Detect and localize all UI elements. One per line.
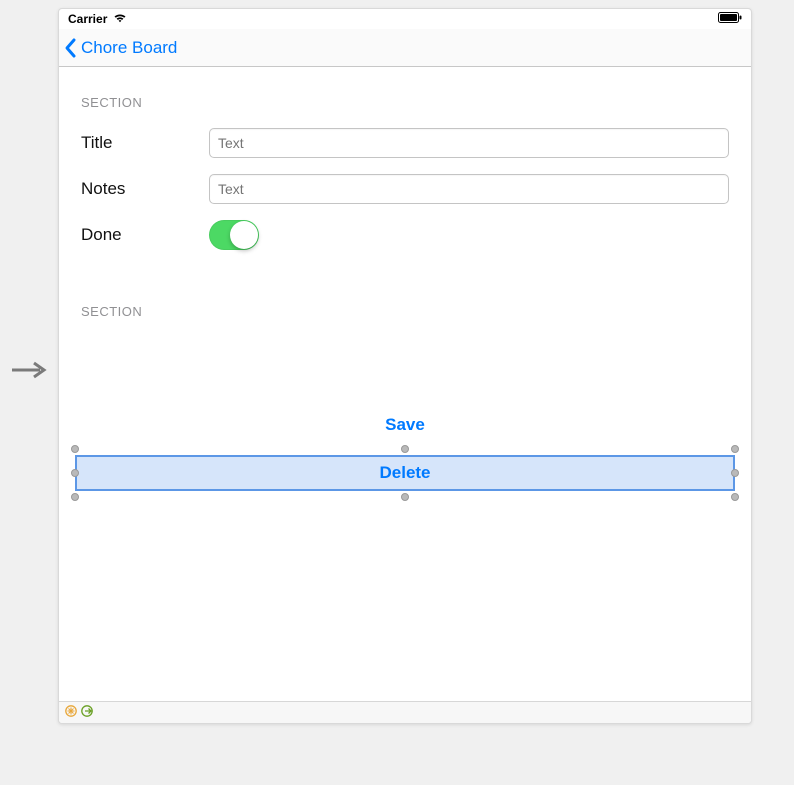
notes-input[interactable] (209, 174, 729, 204)
selection-handle-bc[interactable] (401, 493, 409, 501)
section-header-1: SECTION (59, 67, 751, 120)
done-switch[interactable] (209, 220, 259, 250)
switch-knob (230, 221, 258, 249)
selection-handle-ml[interactable] (71, 469, 79, 477)
carrier-label: Carrier (68, 12, 107, 26)
wifi-icon (113, 12, 127, 26)
notes-row: Notes (59, 166, 751, 212)
device-frame: Carrier Chore Board SEC (58, 8, 752, 724)
selection-handle-br[interactable] (731, 493, 739, 501)
selection-handle-bl[interactable] (71, 493, 79, 501)
delete-button-label: Delete (379, 463, 430, 483)
navigation-bar: Chore Board (59, 29, 751, 67)
title-input[interactable] (209, 128, 729, 158)
status-bar: Carrier (59, 9, 751, 29)
storyboard-arrow (12, 358, 50, 386)
notes-label: Notes (81, 179, 209, 199)
battery-icon (718, 12, 742, 26)
delete-button-selection: Delete (75, 455, 735, 491)
back-button[interactable]: Chore Board (81, 38, 177, 58)
spacer (59, 329, 751, 409)
selection-handle-tl[interactable] (71, 445, 79, 453)
warning-icon[interactable] (65, 704, 77, 722)
back-chevron-icon[interactable] (63, 37, 79, 59)
selection-handle-mr[interactable] (731, 469, 739, 477)
done-label: Done (81, 225, 209, 245)
exit-icon[interactable] (81, 704, 93, 722)
done-row: Done (59, 212, 751, 258)
title-row: Title (59, 120, 751, 166)
bottom-toolbar (59, 701, 751, 723)
selection-handle-tc[interactable] (401, 445, 409, 453)
section-header-2: SECTION (59, 258, 751, 329)
title-label: Title (81, 133, 209, 153)
selection-handle-tr[interactable] (731, 445, 739, 453)
delete-button[interactable]: Delete (75, 455, 735, 491)
form-content: SECTION Title Notes Done SECTION Save De… (59, 67, 751, 701)
